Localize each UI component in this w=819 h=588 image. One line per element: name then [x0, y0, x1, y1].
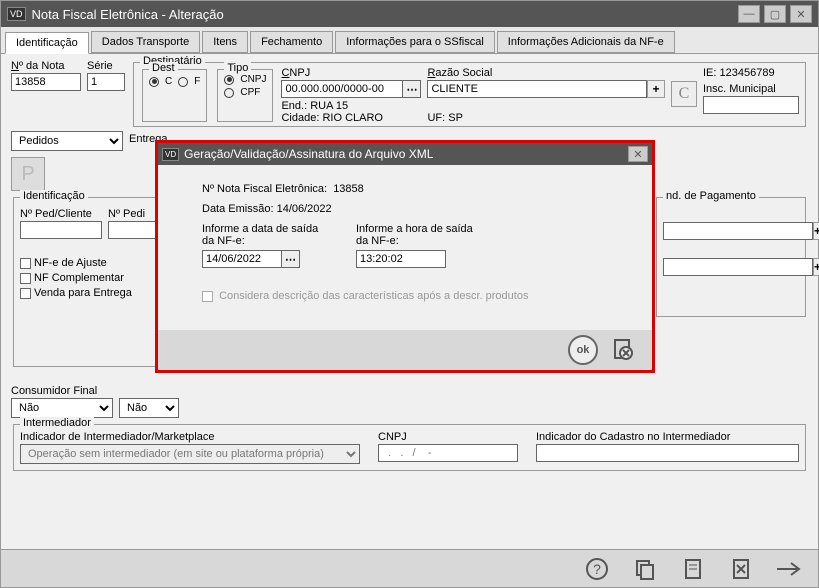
xml-icon[interactable] [678, 554, 708, 584]
razao-input[interactable] [427, 80, 647, 98]
modal-consider-check [202, 291, 213, 302]
help-icon[interactable]: ? [582, 554, 612, 584]
cnpj-label: CNPJ [281, 67, 421, 79]
cond-pag-legend: nd. de Pagamento [663, 190, 759, 202]
pedidos-select[interactable]: Pedidos [11, 131, 123, 151]
intermed-cnpj-label: CNPJ [378, 431, 518, 443]
modal-nota-value: 13858 [333, 183, 364, 195]
modal-emissao-value: 14/06/2022 [277, 203, 332, 215]
end-label: End.: [281, 100, 307, 112]
ind-intermed-label: Indicador de Intermediador/Marketplace [20, 431, 360, 443]
tab-dados-transporte[interactable]: Dados Transporte [91, 31, 200, 53]
cond-pag-input-2[interactable] [663, 258, 813, 276]
window-title: Nota Fiscal Eletrônica - Alteração [32, 7, 224, 22]
modal-data-label: Informe a data de saída da NF-e: [202, 223, 332, 249]
modal-emissao-label: Data Emissão: [202, 203, 274, 215]
modal-hora-label: Informe a hora de saída da NF-e: [356, 223, 486, 249]
cancel-icon[interactable] [726, 554, 756, 584]
nf-compl-check[interactable] [20, 273, 31, 284]
nfe-ajuste-check[interactable] [20, 258, 31, 269]
cidade-value: RIO CLARO [322, 112, 383, 124]
intermed-cnpj-input[interactable] [378, 444, 518, 462]
destinatario-group: Destinatário Dest C F Tipo CNPJ CPF [133, 62, 806, 127]
modal-titlebar: VD Geração/Validação/Assinatura do Arqui… [158, 143, 652, 165]
svg-text:?: ? [593, 561, 601, 577]
cond-pag-add-1[interactable]: + [813, 222, 819, 240]
intermediador-group: Intermediador Indicador de Intermediador… [13, 424, 806, 471]
tipo-label: Tipo [224, 62, 251, 74]
n-nota-input[interactable] [11, 73, 81, 91]
tab-bar: Identificação Dados Transporte Itens Fec… [1, 27, 818, 54]
venda-entrega-check[interactable] [20, 288, 31, 299]
serie-label: Série [87, 60, 125, 72]
bottom-toolbar: ? [1, 549, 818, 587]
modal-badge: VD [162, 148, 179, 161]
modal-cancel-icon[interactable] [608, 335, 638, 365]
cond-pagamento-group: nd. de Pagamento + + [656, 197, 806, 317]
close-button[interactable]: ✕ [790, 5, 812, 23]
end-value: RUA 15 [310, 100, 348, 112]
ped-label: Nº Pedi [108, 208, 158, 220]
tipo-cnpj-radio[interactable] [224, 75, 234, 85]
cnpj-input[interactable] [281, 80, 403, 98]
tab-fechamento[interactable]: Fechamento [250, 31, 333, 53]
modal-nota-label: Nº Nota Fiscal Eletrônica: [202, 183, 327, 195]
dest-label: Dest [149, 62, 178, 74]
serie-input[interactable] [87, 73, 125, 91]
modal-title-text: Geração/Validação/Assinatura do Arquivo … [184, 147, 433, 161]
copy-icon[interactable] [630, 554, 660, 584]
insc-label: Insc. Municipal [703, 83, 799, 95]
modal-consider-label: Considera descrição das características … [219, 290, 528, 302]
c-button[interactable]: C [671, 81, 697, 107]
intermed-cad-input[interactable] [536, 444, 799, 462]
modal-data-input[interactable] [202, 250, 282, 268]
tipo-cpf-radio[interactable] [224, 88, 234, 98]
dest-f-radio[interactable] [178, 77, 188, 87]
sel2[interactable]: Não [119, 398, 179, 418]
ped-cli-label: Nº Ped/Cliente [20, 208, 102, 220]
xml-modal: VD Geração/Validação/Assinatura do Arqui… [155, 140, 655, 373]
intermed-cad-label: Indicador do Cadastro no Intermediador [536, 431, 799, 443]
tab-identificacao[interactable]: Identificação [5, 32, 89, 54]
ped-input[interactable] [108, 221, 158, 239]
modal-close-button[interactable]: ✕ [628, 146, 648, 162]
cond-pag-add-2[interactable]: + [813, 258, 819, 276]
minimize-button[interactable]: — [738, 5, 760, 23]
modal-ok-button[interactable]: ok [568, 335, 598, 365]
cnpj-picker-button[interactable]: ⋯ [403, 80, 421, 98]
cidade-label: Cidade: [281, 112, 319, 124]
consumidor-select[interactable]: Não [11, 398, 113, 418]
modal-date-picker-button[interactable]: ⋯ [282, 250, 300, 268]
identificacao-legend: Identificação [20, 190, 88, 202]
tab-itens[interactable]: Itens [202, 31, 248, 53]
consumidor-label: Consumidor Final [11, 385, 113, 397]
ind-intermed-select[interactable]: Operação sem intermediador (em site ou p… [20, 444, 360, 464]
ie-value: 123456789 [720, 67, 775, 79]
tab-info-adicionais[interactable]: Informações Adicionais da NF-e [497, 31, 675, 53]
ie-label: IE: [703, 67, 716, 79]
insc-input[interactable] [703, 96, 799, 114]
modal-hora-input[interactable] [356, 250, 446, 268]
titlebar: VD Nota Fiscal Eletrônica - Alteração — … [1, 1, 818, 27]
intermediador-legend: Intermediador [20, 417, 94, 429]
n-nota-label: NNº da Notaº da Nota [11, 60, 81, 72]
razao-label: Razão Social [427, 67, 665, 79]
ped-cli-input[interactable] [20, 221, 102, 239]
maximize-button[interactable]: ▢ [764, 5, 786, 23]
app-badge: VD [7, 7, 26, 21]
dest-c-radio[interactable] [149, 77, 159, 87]
tab-ssfiscal[interactable]: Informações para o SSfiscal [335, 31, 495, 53]
p-button[interactable]: P [11, 157, 45, 191]
razao-add-button[interactable]: + [647, 80, 665, 98]
cond-pag-input-1[interactable] [663, 222, 813, 240]
next-icon[interactable] [774, 554, 804, 584]
